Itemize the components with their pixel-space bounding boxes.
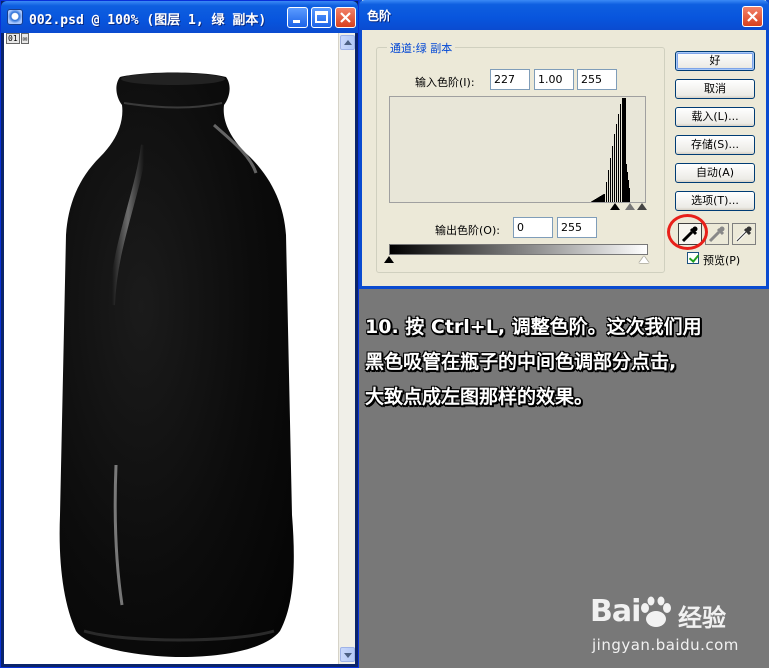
histogram-bar xyxy=(608,170,609,202)
scroll-up-button[interactable] xyxy=(340,35,355,50)
histogram-bar xyxy=(622,98,623,202)
bottle-image xyxy=(59,72,294,657)
input-gray-handle[interactable] xyxy=(625,203,635,210)
histogram-bar xyxy=(626,164,627,202)
input-black-field[interactable]: 227 xyxy=(490,69,530,90)
minimize-button[interactable] xyxy=(287,7,308,28)
instruction-line: 10. 按 Ctrl+L, 调整色阶。这次我们用 xyxy=(365,316,702,338)
levels-title-bar[interactable]: 色阶 xyxy=(359,0,769,30)
vertical-scrollbar[interactable] xyxy=(338,33,355,664)
output-black-field[interactable]: 0 xyxy=(513,217,553,238)
output-white-field[interactable]: 255 xyxy=(557,217,597,238)
document-status-badges: 01 ✉ xyxy=(6,33,30,45)
document-title-bar[interactable]: 002.psd @ 100% (图层 1, 绿 副本) xyxy=(1,1,358,33)
levels-close-button[interactable] xyxy=(742,6,763,27)
histogram-bar xyxy=(606,182,607,202)
input-white-field[interactable]: 255 xyxy=(577,69,617,90)
histogram-bar xyxy=(616,124,617,202)
histogram-bar xyxy=(614,134,615,202)
input-black-handle[interactable] xyxy=(610,203,620,210)
histogram-bar xyxy=(618,114,619,202)
document-canvas-frame: 01 ✉ xyxy=(4,33,355,664)
histogram-bar xyxy=(620,104,621,202)
histogram xyxy=(389,96,646,203)
watermark-suffix: 经验 xyxy=(678,604,726,632)
instruction-text: 10. 按 Ctrl+L, 调整色阶。这次我们用 黑色吸管在瓶子的中间色调部分点… xyxy=(365,310,765,415)
load-button[interactable]: 载入(L)... xyxy=(675,107,755,127)
histogram-bar xyxy=(625,98,626,202)
output-levels-label: 输出色阶(O): xyxy=(435,224,500,237)
photoshop-doc-icon xyxy=(7,9,23,25)
preview-checkbox[interactable] xyxy=(687,252,699,264)
input-slider[interactable] xyxy=(389,203,648,214)
maximize-button[interactable] xyxy=(311,7,332,28)
output-white-handle[interactable] xyxy=(639,256,649,263)
output-black-handle[interactable] xyxy=(384,256,394,263)
white-eyedropper-button[interactable] xyxy=(732,223,756,245)
histogram-bar xyxy=(604,194,605,202)
minimize-icon xyxy=(293,20,300,23)
histogram-bar xyxy=(612,146,613,202)
document-window: 002.psd @ 100% (图层 1, 绿 副本) 01 ✉ xyxy=(0,0,359,668)
levels-dialog-title: 色阶 xyxy=(367,9,392,23)
baidu-jingyan-watermark: Bai 经验 jingyan.baidu.com xyxy=(590,594,765,664)
white-eyedropper-icon xyxy=(735,226,752,243)
histogram-bar xyxy=(629,188,630,202)
histogram-graph xyxy=(591,98,630,202)
histogram-bar xyxy=(601,195,602,202)
gray-eyedropper-icon xyxy=(708,226,725,243)
scroll-down-button[interactable] xyxy=(340,647,355,662)
gray-eyedropper-button[interactable] xyxy=(705,223,729,245)
layer-badge: 01 xyxy=(6,33,20,44)
document-title: 002.psd @ 100% (图层 1, 绿 副本) xyxy=(29,13,267,28)
save-button[interactable]: 存储(S)... xyxy=(675,135,755,155)
options-button[interactable]: 选项(T)... xyxy=(675,191,755,211)
document-canvas[interactable] xyxy=(4,45,338,664)
baidu-paw-icon xyxy=(641,596,671,627)
histogram-bar xyxy=(628,180,629,202)
mail-badge: ✉ xyxy=(20,33,30,44)
histogram-bar xyxy=(602,194,603,202)
maximize-icon xyxy=(315,11,328,23)
input-gamma-field[interactable]: 1.00 xyxy=(534,69,574,90)
input-levels-label: 输入色阶(I): xyxy=(415,76,475,89)
watermark-brand: Bai xyxy=(590,594,641,629)
histogram-bar xyxy=(624,98,625,202)
histogram-bar xyxy=(600,196,601,202)
instruction-line: 黑色吸管在瓶子的中间色调部分点击, xyxy=(365,351,677,373)
close-button[interactable] xyxy=(335,7,356,28)
input-white-handle[interactable] xyxy=(637,203,647,210)
close-icon xyxy=(747,11,758,22)
auto-button[interactable]: 自动(A) xyxy=(675,163,755,183)
channel-group: 通道:绿 副本 输入色阶(I): 227 1.00 255 输出色阶(O): 0… xyxy=(376,40,665,273)
close-icon xyxy=(340,12,351,23)
histogram-bar xyxy=(610,158,611,202)
watermark-url: jingyan.baidu.com xyxy=(592,636,739,654)
histogram-bar xyxy=(623,98,624,202)
ok-button[interactable]: 好 xyxy=(675,51,755,71)
instruction-line: 大致点成左图那样的效果。 xyxy=(365,386,594,408)
preview-label: 预览(P) xyxy=(703,254,741,267)
screen-root: 002.psd @ 100% (图层 1, 绿 副本) 01 ✉ 色阶 通道:绿… xyxy=(0,0,769,668)
highlight-circle xyxy=(667,214,708,250)
channel-label: 通道:绿 副本 xyxy=(387,40,456,56)
levels-dialog: 色阶 通道:绿 副本 输入色阶(I): 227 1.00 255 输出色阶(O)… xyxy=(359,0,769,289)
histogram-bar xyxy=(603,194,604,202)
cancel-button[interactable]: 取消 xyxy=(675,79,755,99)
output-gradient-bar xyxy=(389,244,648,255)
histogram-bar xyxy=(627,172,628,202)
